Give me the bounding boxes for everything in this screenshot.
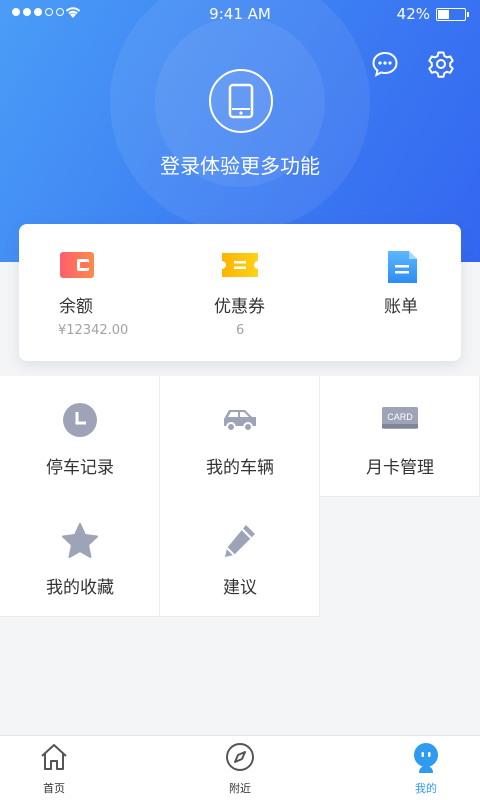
card-icon: CARD [382,407,418,429]
tab-mine-label: 我的 [415,782,437,795]
bill-icon [388,251,417,283]
wallet-icon [60,252,94,278]
profile-icon [414,743,438,773]
status-bar: 9:41 AM 42% [0,0,480,30]
bill-label: 账单 [384,297,418,317]
home-icon [41,744,67,770]
tab-home[interactable]: 首页 [14,736,94,800]
favorites-label: 我的收藏 [46,578,114,598]
monthly-card-item[interactable]: CARD 月卡管理 [320,376,480,497]
battery-percent: 42% [396,5,430,23]
login-prompt[interactable]: 登录体验更多功能 [0,150,480,179]
phone-icon [228,83,254,119]
my-vehicles-label: 我的车辆 [206,458,274,478]
profile-header: 9:41 AM 42% 登录体验更多功能 [0,0,480,262]
my-vehicles-item[interactable]: 我的车辆 [160,376,320,497]
clock-icon [63,403,97,437]
parking-records-label: 停车记录 [46,458,114,478]
pencil-icon [225,525,255,557]
parking-records-item[interactable]: 停车记录 [0,376,160,497]
compass-icon [226,743,254,771]
tab-nearby[interactable]: 附近 [200,736,280,800]
coupon-icon [222,253,258,277]
tab-home-label: 首页 [43,782,65,795]
gear-icon[interactable] [425,48,457,80]
coupon-count: 6 [236,323,245,338]
tab-mine[interactable]: 我的 [386,736,466,800]
car-icon [224,410,256,432]
monthly-card-label: 月卡管理 [366,458,434,478]
balance-value: ¥12342.00 [58,323,129,338]
bill-item[interactable]: 账单 [321,224,461,361]
star-icon [62,523,98,558]
coupon-item[interactable]: 优惠券 6 [170,224,310,361]
coupon-label: 优惠券 [214,297,265,317]
balance-label: 余额 [59,297,93,317]
suggestion-item[interactable]: 建议 [160,496,320,617]
chat-icon[interactable] [369,48,401,80]
balance-item[interactable]: 余额 ¥12342.00 [39,224,179,361]
feature-grid: 停车记录 我的车辆 CARD 月卡管理 我的收藏 建议 [0,376,480,617]
tab-nearby-label: 附近 [229,782,251,795]
tab-bar: 首页 附近 我的 [0,735,480,800]
login-avatar-button[interactable] [209,69,273,133]
summary-card: 余额 ¥12342.00 优惠券 6 账单 [19,224,461,361]
suggestion-label: 建议 [223,578,257,598]
battery-icon [436,8,469,21]
card-badge-text: CARD [387,412,413,422]
favorites-item[interactable]: 我的收藏 [0,496,160,617]
